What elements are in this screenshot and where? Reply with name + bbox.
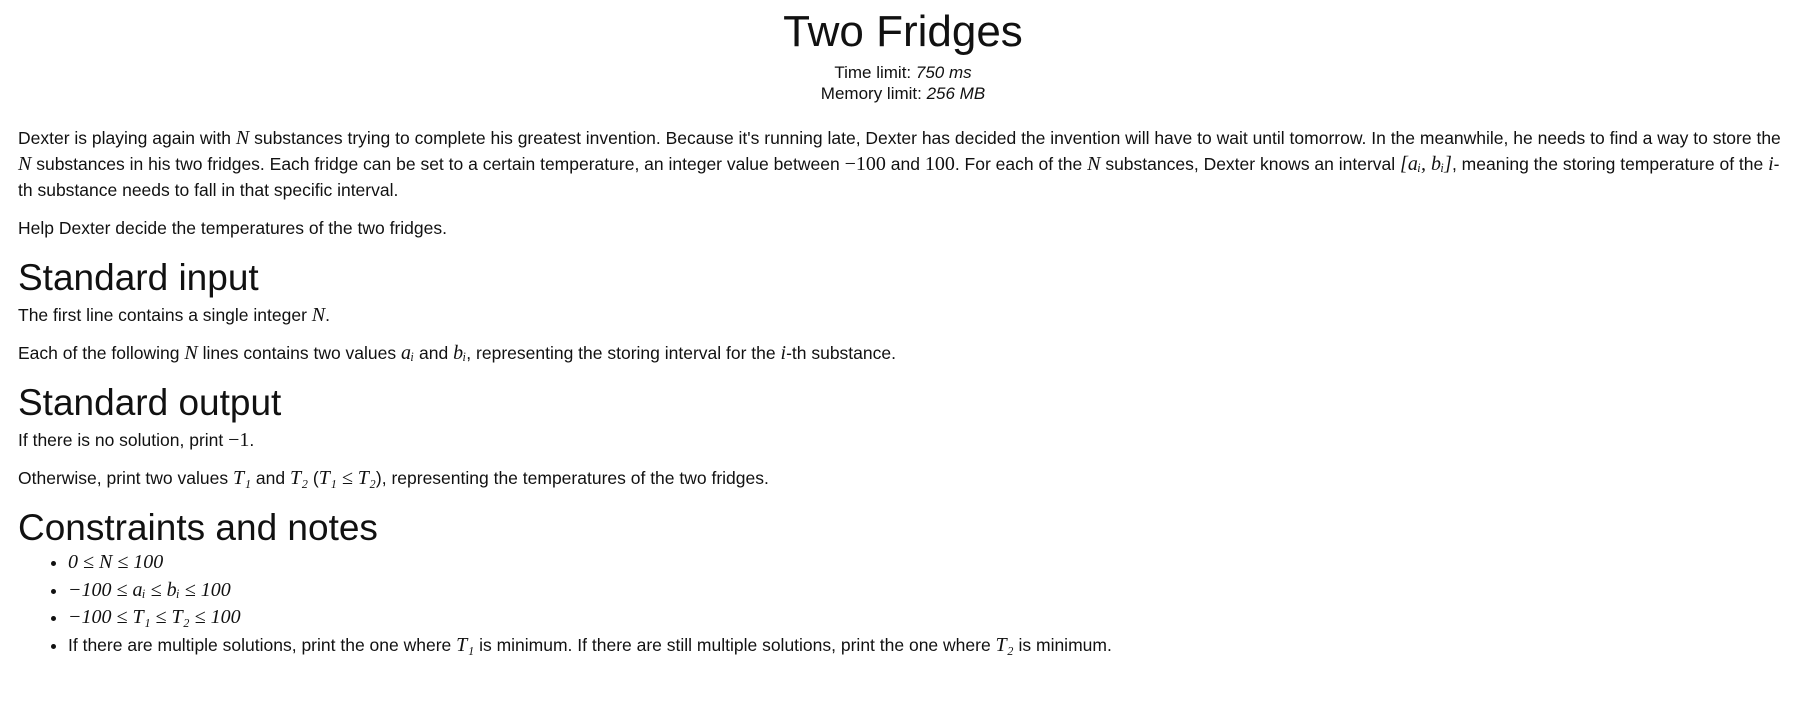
input-line-1: The first line contains a single integer… <box>18 302 1788 328</box>
math-var: N <box>311 304 326 326</box>
constraint-text: is minimum. If there are still multiple … <box>474 634 996 655</box>
math-number: −1 <box>228 429 250 451</box>
math-expr: −100 ≤ T₁ ≤ T₂ ≤ 100 <box>68 606 241 628</box>
math-var: N <box>184 342 198 364</box>
statement-paragraph: Help Dexter decide the temperatures of t… <box>18 218 447 238</box>
math-var: aᵢ <box>401 342 415 364</box>
problem-page: Two Fridges Time limit: 750 ms Memory li… <box>0 6 1806 659</box>
statement-text: substances trying to complete his greate… <box>249 128 1781 148</box>
constraint-item: −100 ≤ aᵢ ≤ bᵢ ≤ 100 <box>68 577 1788 605</box>
statement-text: , meaning the storing temperature of the <box>1451 154 1769 174</box>
constraint-item: −100 ≤ T₁ ≤ T₂ ≤ 100 <box>68 604 1788 632</box>
page-title: Two Fridges <box>783 7 1023 56</box>
time-limit-value: 750 ms <box>915 63 972 82</box>
output-text: ), representing the temperatures of the … <box>375 468 769 488</box>
math-expr: 0 ≤ N ≤ 100 <box>68 551 164 573</box>
time-limit-label: Time limit: <box>834 63 912 82</box>
input-text: -th substance. <box>786 343 896 363</box>
constraint-text: If there are multiple solutions, print t… <box>68 634 457 655</box>
statement-text: Dexter is playing again with <box>18 128 236 148</box>
time-limit: Time limit: 750 ms <box>18 62 1788 83</box>
section-heading-constraints: Constraints and notes <box>18 507 378 548</box>
output-text: If there is no solution, print <box>18 430 229 450</box>
statement-text: and <box>885 154 925 174</box>
math-var: N <box>1087 153 1101 175</box>
input-line-2: Each of the following N lines contains t… <box>18 340 1788 366</box>
section-heading-input: Standard input <box>18 257 259 298</box>
constraint-item: If there are multiple solutions, print t… <box>68 632 1788 660</box>
math-var: T₂ <box>995 633 1014 656</box>
math-number: −100 <box>844 153 886 175</box>
input-text: , representing the storing interval for … <box>466 343 781 363</box>
statement-text: . For each of the <box>954 154 1088 174</box>
memory-limit-label: Memory limit: <box>820 84 922 103</box>
statement-text: substances in his two fridges. Each frid… <box>31 154 845 174</box>
input-text: The first line contains a single integer <box>18 305 312 325</box>
math-expr: T₁ ≤ T₂ <box>318 467 376 489</box>
math-var: bᵢ <box>453 342 467 364</box>
memory-limit-value: 256 MB <box>926 84 986 103</box>
math-var: N <box>235 127 250 149</box>
section-heading-output: Standard output <box>18 382 282 423</box>
constraints-list: 0 ≤ N ≤ 100 −100 ≤ aᵢ ≤ bᵢ ≤ 100 −100 ≤ … <box>18 549 1788 659</box>
input-text: . <box>325 305 330 325</box>
math-interval: [aᵢ, bᵢ] <box>1400 153 1452 175</box>
math-var: T₁ <box>456 633 475 656</box>
input-text: Each of the following <box>18 343 185 363</box>
math-number: 100 <box>924 153 955 175</box>
math-expr: −100 ≤ aᵢ ≤ bᵢ ≤ 100 <box>68 578 231 601</box>
output-text: Otherwise, print two values <box>18 468 233 488</box>
math-var: N <box>18 153 32 175</box>
statement-paragraph: Dexter is playing again with N substance… <box>18 125 1788 203</box>
memory-limit: Memory limit: 256 MB <box>18 83 1788 104</box>
math-var: T₁ <box>232 467 252 489</box>
output-text: . <box>249 430 255 450</box>
constraint-item: 0 ≤ N ≤ 100 <box>68 549 1788 577</box>
math-var: T₂ <box>289 467 309 489</box>
constraint-text: is minimum. <box>1013 634 1112 655</box>
output-line-1: If there is no solution, print −1. <box>18 427 1788 453</box>
output-line-2: Otherwise, print two values T₁ and T₂ (T… <box>18 465 1788 491</box>
input-text: and <box>414 343 454 363</box>
output-text: ( <box>308 468 319 488</box>
input-text: lines contains two values <box>197 343 402 363</box>
output-text: and <box>251 468 290 488</box>
statement-text: substances, Dexter knows an interval <box>1100 154 1401 174</box>
